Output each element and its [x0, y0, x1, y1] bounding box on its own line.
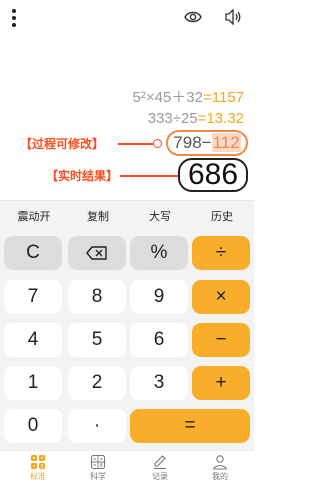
- tab-scientific[interactable]: 科学: [78, 454, 118, 486]
- plus-button[interactable]: +: [192, 366, 250, 400]
- backspace-icon: [86, 246, 107, 260]
- annotation-realtime-result: 【实时结果】: [46, 169, 119, 183]
- tab-standard[interactable]: 标准: [18, 454, 58, 486]
- key-3[interactable]: 3: [130, 366, 188, 400]
- eye-icon[interactable]: [184, 9, 202, 25]
- more-vertical-icon[interactable]: [12, 9, 16, 27]
- keypad: 震动开 复制 大写 历史 C % ÷ 7 8 9 × 4 5 6 − 1 2 3…: [0, 200, 254, 451]
- copy-button[interactable]: 复制: [68, 205, 128, 229]
- current-result: 686: [178, 158, 248, 192]
- history-button[interactable]: 历史: [192, 205, 252, 229]
- key-8[interactable]: 8: [68, 280, 126, 314]
- user-icon: [213, 455, 227, 470]
- expression-selected-text[interactable]: 112: [211, 133, 241, 152]
- uppercase-button[interactable]: 大写: [130, 205, 190, 229]
- key-4[interactable]: 4: [4, 323, 62, 357]
- history-expr-2: 333÷25: [147, 110, 198, 127]
- annotation-dot-1: [153, 139, 162, 148]
- history-result-1: =1157: [202, 89, 244, 106]
- history-result-2: =13.32: [197, 110, 244, 127]
- tab-standard-label: 标准: [30, 472, 46, 481]
- annotation-editable-process: 【过程可修改】: [20, 137, 105, 151]
- percent-button[interactable]: %: [130, 236, 188, 270]
- scientific-calc-icon: [90, 454, 106, 470]
- tab-records-label: 记录: [152, 472, 168, 481]
- edit-record-icon: [154, 455, 166, 470]
- speaker-icon[interactable]: [224, 8, 242, 26]
- tab-scientific-label: 科学: [90, 472, 106, 481]
- tab-records[interactable]: 记录: [140, 454, 180, 486]
- history-line-1[interactable]: 5²×45＋32=1157: [133, 86, 244, 107]
- annotation-connector-1: [118, 143, 156, 145]
- tab-mine[interactable]: 我的: [200, 454, 240, 486]
- history-expr-1: 5²×45＋32: [132, 89, 203, 106]
- multiply-button[interactable]: ×: [192, 280, 250, 314]
- decimal-point-button[interactable]: ·: [68, 409, 126, 443]
- history-line-2[interactable]: 333÷25=13.32: [148, 110, 244, 127]
- key-5[interactable]: 5: [68, 323, 126, 357]
- current-expression[interactable]: 798−112: [166, 130, 248, 156]
- annotation-connector-2: [120, 175, 178, 177]
- key-2[interactable]: 2: [68, 366, 126, 400]
- key-9[interactable]: 9: [130, 280, 188, 314]
- minus-button[interactable]: −: [192, 323, 250, 357]
- expression-text: 798−: [173, 133, 212, 152]
- key-1[interactable]: 1: [4, 366, 62, 400]
- key-6[interactable]: 6: [130, 323, 188, 357]
- divide-button[interactable]: ÷: [192, 236, 250, 270]
- tab-mine-label: 我的: [212, 472, 228, 481]
- vibration-toggle-button[interactable]: 震动开: [4, 205, 64, 229]
- display-area: 5²×45＋32=1157 333÷25=13.32 【过程可修改】 【实时结果…: [0, 34, 254, 200]
- key-0[interactable]: 0: [4, 409, 62, 443]
- standard-calc-icon: [31, 455, 45, 469]
- clear-button[interactable]: C: [4, 236, 62, 270]
- top-toolbar: [0, 0, 254, 34]
- key-7[interactable]: 7: [4, 280, 62, 314]
- bottom-tab-bar: 标准 科学 记录 我的: [0, 450, 254, 487]
- equals-button[interactable]: =: [130, 409, 250, 443]
- backspace-button[interactable]: [68, 236, 126, 270]
